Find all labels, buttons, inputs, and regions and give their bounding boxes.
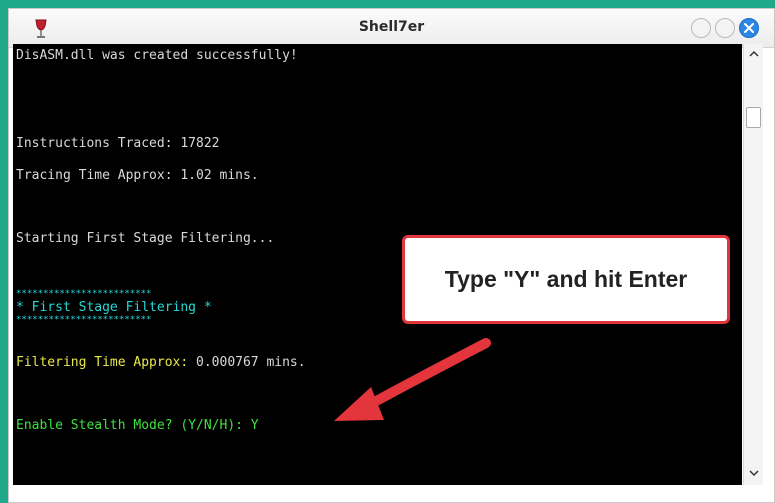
- annotation-arrow-icon: [334, 338, 491, 421]
